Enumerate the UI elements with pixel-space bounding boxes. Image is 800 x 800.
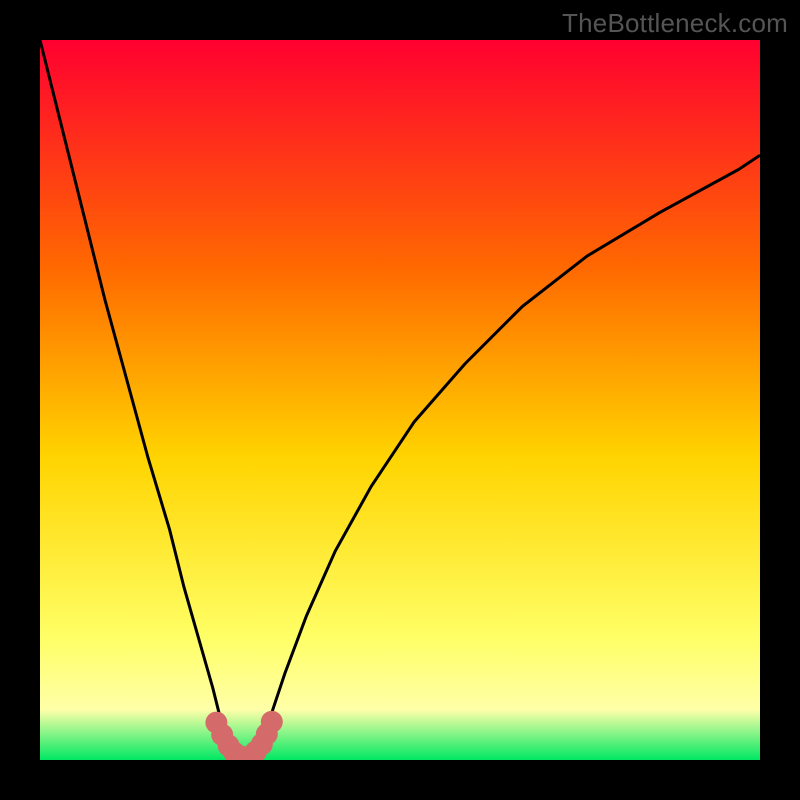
bottleneck-chart: [40, 40, 760, 760]
plot-area: [40, 40, 760, 760]
marker-dot: [261, 711, 283, 733]
gradient-background: [40, 40, 760, 760]
watermark-text: TheBottleneck.com: [562, 8, 788, 39]
chart-frame: TheBottleneck.com: [0, 0, 800, 800]
